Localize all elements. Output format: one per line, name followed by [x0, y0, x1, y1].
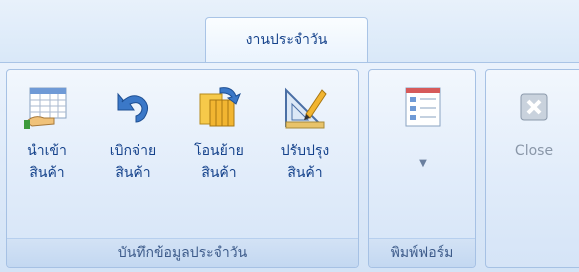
import-goods-icon: [24, 87, 67, 129]
undo-arrow-icon: [117, 92, 148, 123]
close-icon: [520, 93, 548, 121]
group-daily-records-label: บันทึกข้อมูลประจำวัน: [7, 238, 358, 267]
group-daily-records: นำเข้า สินค้า เบิกจ่าย สินค้า โอนย้าย สิ…: [6, 69, 359, 268]
import-goods-line1: นำเข้า: [27, 143, 67, 159]
transfer-goods-line1: โอนย้าย: [194, 143, 244, 159]
form-list-icon: [405, 87, 441, 127]
transfer-goods-icon: [199, 87, 241, 127]
tab-daily-work[interactable]: งานประจำวัน: [205, 17, 368, 62]
withdraw-goods-button[interactable]: เบิกจ่าย สินค้า: [105, 74, 161, 234]
adjust-goods-icon: [285, 87, 327, 129]
close-button[interactable]: Close: [506, 74, 562, 234]
adjust-goods-line2: สินค้า: [287, 165, 323, 181]
withdraw-goods-line2: สินค้า: [115, 165, 151, 181]
transfer-goods-button[interactable]: โอนย้าย สินค้า: [191, 74, 247, 234]
group-print-forms: ▼ พิมพ์ฟอร์ม: [368, 69, 476, 268]
close-label: Close: [514, 143, 554, 159]
print-forms-dropdown-button[interactable]: ▼: [395, 74, 451, 234]
withdraw-goods-line1: เบิกจ่าย: [109, 143, 157, 159]
ribbon-panel: นำเข้า สินค้า เบิกจ่าย สินค้า โอนย้าย สิ…: [0, 62, 579, 272]
transfer-goods-line2: สินค้า: [201, 165, 237, 181]
adjust-goods-button[interactable]: ปรับปรุง สินค้า: [277, 74, 333, 234]
chevron-down-icon: ▼: [419, 158, 427, 169]
group-close: Close: [485, 69, 579, 268]
group-print-forms-label: พิมพ์ฟอร์ม: [369, 238, 475, 267]
import-goods-button[interactable]: นำเข้า สินค้า: [19, 74, 75, 234]
tab-label: งานประจำวัน: [245, 32, 328, 48]
import-goods-line2: สินค้า: [29, 165, 65, 181]
adjust-goods-line1: ปรับปรุง: [280, 143, 330, 159]
